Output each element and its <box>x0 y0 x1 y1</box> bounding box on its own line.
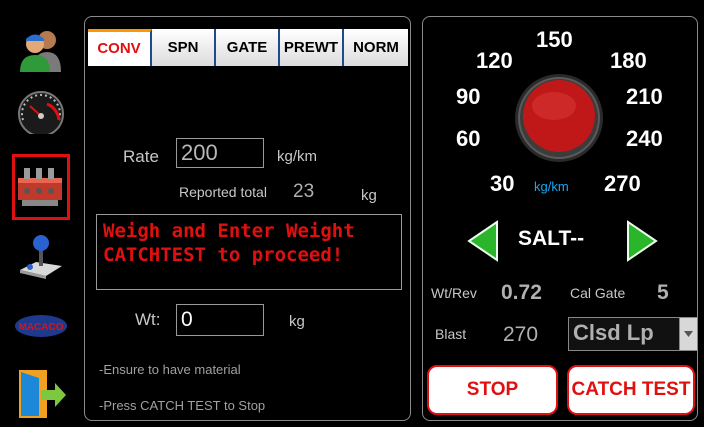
calibration-panel: CONV SPN GATE PREWT NORM Rate 200 kg/km … <box>84 16 411 421</box>
catch-test-button[interactable]: CATCH TEST <box>567 365 695 415</box>
users-icon <box>20 31 61 72</box>
next-material-button[interactable] <box>626 220 658 262</box>
control-panel: 120 150 180 90 210 60 240 30 270 kg/km S… <box>422 16 698 421</box>
tab-norm[interactable]: NORM <box>344 29 408 66</box>
material-name: SALT-- <box>518 227 585 250</box>
tab-conv[interactable]: CONV <box>88 29 152 66</box>
wt-rev-value: 0.72 <box>501 281 542 304</box>
dial-mark-120: 120 <box>476 48 513 73</box>
dial-mark-210: 210 <box>626 84 663 109</box>
reported-total-label: Reported total <box>179 184 267 200</box>
reported-total-value: 23 <box>293 181 315 202</box>
rate-unit: kg/km <box>277 148 318 165</box>
wt-unit: kg <box>289 313 305 330</box>
sidebar-item-exit[interactable] <box>12 366 70 422</box>
blast-label: Blast <box>435 326 467 342</box>
rate-label: Rate <box>123 147 159 166</box>
sidebar-item-macaco[interactable]: MACACO <box>12 298 70 354</box>
stop-button[interactable]: STOP <box>427 365 558 415</box>
sidebar-item-speedometer[interactable] <box>12 84 70 140</box>
rate-knob[interactable] <box>514 73 604 163</box>
valve-block-icon <box>18 168 62 206</box>
prev-material-button[interactable] <box>467 220 499 262</box>
wt-rev-label: Wt/Rev <box>431 285 477 301</box>
speedometer-icon <box>18 91 64 134</box>
reported-total-unit: kg <box>361 187 377 204</box>
note-ensure-material: -Ensure to have material <box>99 362 241 377</box>
note-press-catch-test: -Press CATCH TEST to Stop <box>99 398 266 413</box>
sidebar-item-joystick[interactable] <box>12 228 70 284</box>
tab-bar: CONV SPN GATE PREWT NORM <box>88 29 408 66</box>
sidebar-item-valves[interactable] <box>12 154 70 220</box>
dial-mark-150: 150 <box>536 27 573 52</box>
wt-input[interactable]: 0 <box>176 304 264 336</box>
chevron-down-icon <box>679 318 697 350</box>
rate-input[interactable]: 200 <box>176 138 264 168</box>
dial-mark-90: 90 <box>456 84 481 109</box>
mode-select[interactable]: Clsd Lp <box>568 317 698 351</box>
exit-door-icon <box>19 370 66 418</box>
tab-prewt[interactable]: PREWT <box>280 29 344 66</box>
macaco-logo: MACACO <box>15 315 67 337</box>
sidebar-item-users[interactable] <box>12 22 70 78</box>
dial-mark-60: 60 <box>456 126 481 151</box>
cal-gate-value: 5 <box>657 281 669 304</box>
dial-mark-30: 30 <box>490 171 515 196</box>
mode-select-value: Clsd Lp <box>573 320 654 345</box>
dial-unit: kg/km <box>534 179 569 194</box>
tab-spn[interactable]: SPN <box>152 29 216 66</box>
wt-label: Wt: <box>135 310 161 329</box>
svg-text:MACACO: MACACO <box>19 322 64 333</box>
cal-gate-label: Cal Gate <box>570 285 626 301</box>
dial-mark-270: 270 <box>604 171 641 196</box>
instruction-message: Weigh and Enter Weight CATCHTEST to proc… <box>96 214 402 290</box>
tab-gate[interactable]: GATE <box>216 29 280 66</box>
dial-mark-240: 240 <box>626 126 663 151</box>
blast-value: 270 <box>503 323 539 346</box>
joystick-icon <box>20 235 62 279</box>
sidebar: MACACO <box>0 0 80 427</box>
dial-mark-180: 180 <box>610 48 647 73</box>
